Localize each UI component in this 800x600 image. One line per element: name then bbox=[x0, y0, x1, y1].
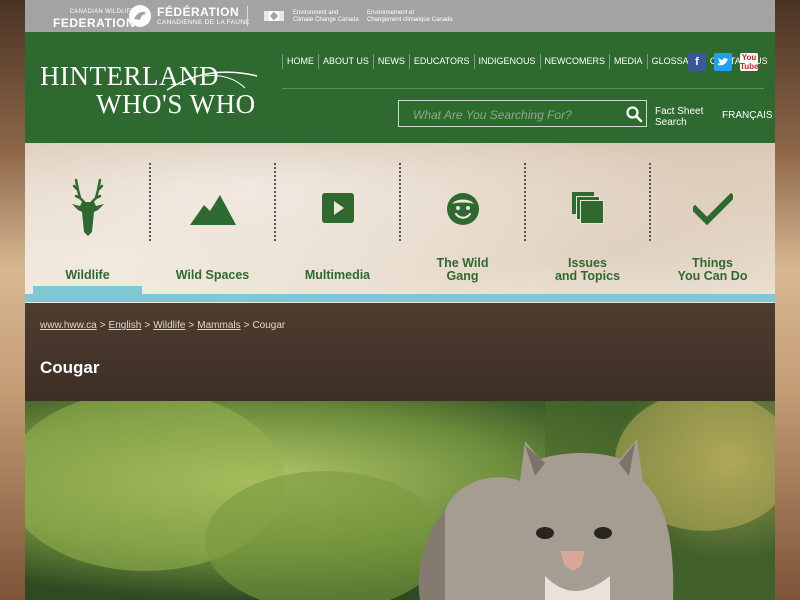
category-label-line2: You Can Do bbox=[677, 269, 748, 283]
fed-wordmark[interactable]: FÉDÉRATION CANADIENNE DE LA FAUNE bbox=[157, 6, 250, 27]
nav-media[interactable]: MEDIA bbox=[609, 54, 647, 69]
fed-big-text: FÉDÉRATION bbox=[157, 5, 240, 19]
eccc-fr-line1: Environnement et bbox=[367, 10, 415, 16]
category-issues-topics[interactable]: Issues and Topics bbox=[525, 143, 650, 295]
breadcrumb-separator: > bbox=[144, 320, 151, 331]
cwf-big-text: FEDERATION bbox=[53, 16, 136, 30]
facebook-icon[interactable]: f bbox=[688, 53, 706, 71]
search-box bbox=[398, 100, 647, 127]
logo-swoosh-icon bbox=[166, 71, 258, 91]
page-title: Cougar bbox=[40, 358, 100, 378]
category-label-line2: Gang bbox=[446, 269, 479, 283]
cwf-small-text: CANADIAN WILDLIFE bbox=[69, 9, 136, 15]
breadcrumb-current: Cougar bbox=[252, 320, 286, 331]
category-label: Wildlife bbox=[65, 268, 110, 282]
cwf-logo-icon[interactable] bbox=[129, 5, 151, 27]
category-label: Multimedia bbox=[304, 268, 371, 282]
category-wild-gang[interactable]: The Wild Gang bbox=[400, 143, 525, 295]
category-multimedia[interactable]: Multimedia bbox=[275, 143, 400, 295]
mountain-icon bbox=[189, 195, 236, 225]
fact-sheet-search-link[interactable]: Fact Sheet Search bbox=[655, 106, 703, 128]
nav-home[interactable]: HOME bbox=[282, 54, 318, 69]
nav-about-us[interactable]: ABOUT US bbox=[318, 54, 373, 69]
youtube-icon[interactable]: You Tube bbox=[740, 53, 759, 71]
breadcrumb-separator: > bbox=[243, 320, 250, 331]
partner-bar: CANADIAN WILDLIFE FEDERATION FÉDÉRATION … bbox=[25, 0, 775, 32]
youtube-icon-you: You bbox=[741, 53, 757, 62]
site-header: HINTERLAND WHO'S WHO HOME ABOUT US NEWS … bbox=[25, 32, 775, 143]
background-left bbox=[0, 0, 25, 600]
cwf-wordmark[interactable]: CANADIAN WILDLIFE FEDERATION bbox=[53, 6, 135, 29]
breadcrumb-link-english[interactable]: English bbox=[109, 320, 142, 331]
deer-icon bbox=[71, 178, 104, 236]
fed-small-text: CANADIENNE DE LA FAUNE bbox=[157, 19, 250, 26]
background-right bbox=[775, 0, 800, 600]
category-label: Things You Can Do bbox=[650, 257, 775, 283]
eccc-french[interactable]: Environnement et Changement climatique C… bbox=[367, 10, 453, 24]
eccc-fr-line2: Changement climatique Canada bbox=[367, 17, 453, 23]
header-divider bbox=[282, 88, 764, 89]
youtube-icon-tube: Tube bbox=[740, 62, 759, 71]
eccc-en-line1: Environment and bbox=[293, 10, 339, 16]
category-label: Issues and Topics bbox=[525, 257, 650, 283]
search-input[interactable] bbox=[411, 105, 620, 124]
language-toggle[interactable]: FRANÇAIS bbox=[722, 110, 773, 121]
play-icon bbox=[321, 193, 354, 223]
category-underline bbox=[25, 294, 775, 302]
face-icon bbox=[446, 193, 479, 225]
breadcrumb-link-wildlife[interactable]: Wildlife bbox=[153, 320, 185, 331]
canada-flag-icon[interactable] bbox=[264, 11, 284, 21]
eccc-english[interactable]: Environment and Climate Change Canada bbox=[293, 10, 359, 24]
breadcrumb-link-home[interactable]: www.hww.ca bbox=[40, 320, 97, 331]
fact-sheet-line2: Search bbox=[655, 117, 687, 128]
hero-photo bbox=[25, 401, 775, 600]
breadcrumb-separator: > bbox=[99, 320, 106, 331]
twitter-icon[interactable] bbox=[714, 53, 732, 71]
nav-indigenous[interactable]: INDIGENOUS bbox=[473, 54, 540, 69]
search-icon[interactable] bbox=[625, 105, 643, 123]
breadcrumb-separator: > bbox=[188, 320, 195, 331]
category-label: The Wild Gang bbox=[400, 257, 525, 283]
nav-newcomers[interactable]: NEWCOMERS bbox=[539, 54, 610, 69]
title-band: www.hww.ca > English > Wildlife > Mammals > Coug… bbox=[25, 303, 775, 401]
category-label-line2: and Topics bbox=[554, 269, 621, 283]
breadcrumb-link-mammals[interactable]: Mammals bbox=[197, 320, 240, 331]
checkmark-icon bbox=[692, 193, 733, 225]
category-things-you-can-do[interactable]: Things You Can Do bbox=[650, 143, 775, 295]
category-label: Wild Spaces bbox=[175, 268, 250, 282]
page-wrapper: CANADIAN WILDLIFE FEDERATION FÉDÉRATION … bbox=[25, 0, 775, 600]
category-nav: Wildlife Wild Spaces Multimedia The Wild… bbox=[25, 143, 775, 303]
nav-educators[interactable]: EDUCATORS bbox=[408, 54, 474, 69]
fact-sheet-line1: Fact Sheet bbox=[655, 106, 704, 117]
nav-news[interactable]: NEWS bbox=[372, 54, 409, 69]
breadcrumb: www.hww.ca > English > Wildlife > Mammals > Coug… bbox=[40, 320, 285, 331]
category-wild-spaces[interactable]: Wild Spaces bbox=[150, 143, 275, 295]
eccc-en-line2: Climate Change Canada bbox=[293, 17, 359, 23]
pages-icon bbox=[571, 192, 604, 224]
cougar-photo-image bbox=[25, 401, 775, 600]
category-wildlife[interactable]: Wildlife bbox=[25, 143, 150, 295]
partner-divider bbox=[247, 6, 248, 26]
